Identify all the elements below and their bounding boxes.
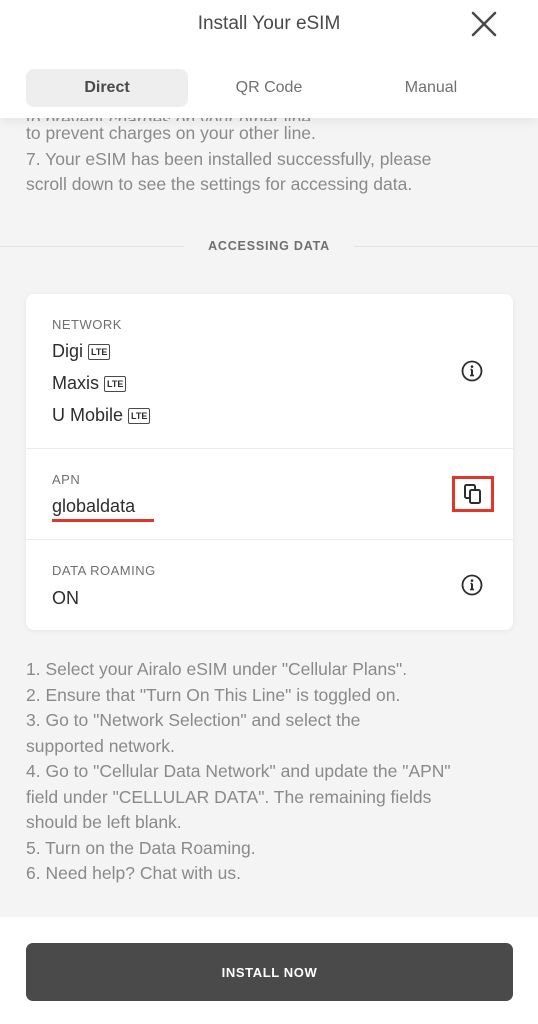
divider-line-right [353, 245, 538, 247]
network-name: U Mobile [52, 405, 124, 425]
step-7-line-2: scroll down to see the settings for acce… [26, 174, 413, 194]
data-roaming-value: ON [52, 588, 79, 608]
list-item: 5. Turn on the Data Roaming. [26, 837, 256, 858]
lte-badge: LTE [88, 343, 111, 360]
copy-apn-button[interactable] [452, 476, 494, 512]
apn-label: APN [52, 472, 81, 487]
lte-badge: LTE [104, 375, 127, 392]
network-label: NETWORK [52, 317, 122, 332]
network-info-button[interactable] [461, 360, 483, 382]
list-item: 4. Go to "Cellular Data Network" and upd… [26, 761, 451, 781]
footer: INSTALL NOW [0, 917, 538, 1024]
list-item: 1. Select your Airalo eSIM under "Cellul… [26, 659, 408, 679]
install-now-button[interactable]: INSTALL NOW [26, 943, 513, 1001]
prevent-charges-line: to prevent charges on your other line. [26, 123, 316, 143]
accessing-data-divider: ACCESSING DATA [0, 234, 538, 258]
list-item: supported network. [26, 735, 175, 756]
info-icon [461, 360, 483, 382]
list-item: 6. Need help? Chat with us. [26, 863, 241, 883]
lte-badge: LTE [128, 407, 151, 424]
network-name: Maxis [52, 373, 100, 393]
tab-direct[interactable]: Direct [26, 69, 188, 107]
accessing-data-card: NETWORK Digi LTE Maxis LTE U Mobile LTE … [26, 294, 513, 630]
tab-qr-code[interactable]: QR Code [188, 69, 350, 107]
network-item-maxis: Maxis LTE [52, 373, 127, 394]
page-title: Install Your eSIM [197, 13, 341, 34]
list-item: 2. Ensure that "Turn On This Line" is to… [26, 684, 401, 705]
tab-manual[interactable]: Manual [350, 69, 512, 107]
apn-value: globaldata [52, 496, 136, 516]
copy-icon [464, 484, 481, 504]
header: Install Your eSIM Direct QR Code Manual [0, 0, 538, 118]
row-divider [26, 539, 513, 540]
network-name: Digi [52, 341, 84, 361]
network-item-u-mobile: U Mobile LTE [52, 405, 151, 426]
list-item: field under "CELLULAR DATA". The remaini… [26, 786, 432, 807]
close-button[interactable] [468, 8, 500, 40]
setup-steps-list: 1. Select your Airalo eSIM under "Cellul… [26, 657, 516, 887]
install-method-tabs: Direct QR Code Manual [26, 69, 512, 107]
step-7-text: to prevent charges on your other line. 7… [26, 121, 516, 198]
info-icon [461, 574, 483, 596]
apn-highlight-underline [52, 519, 154, 522]
close-icon [471, 11, 497, 37]
section-title: ACCESSING DATA [208, 239, 330, 253]
list-item: 3. Go to "Network Selection" and select … [26, 710, 361, 730]
network-item-digi: Digi LTE [52, 341, 111, 362]
roaming-info-button[interactable] [461, 574, 483, 596]
row-divider [26, 448, 513, 449]
data-roaming-label: DATA ROAMING [52, 563, 156, 578]
step-7-line-1: 7. Your eSIM has been installed successf… [26, 148, 432, 169]
list-item: should be left blank. [26, 812, 182, 832]
divider-line-left [0, 245, 185, 247]
